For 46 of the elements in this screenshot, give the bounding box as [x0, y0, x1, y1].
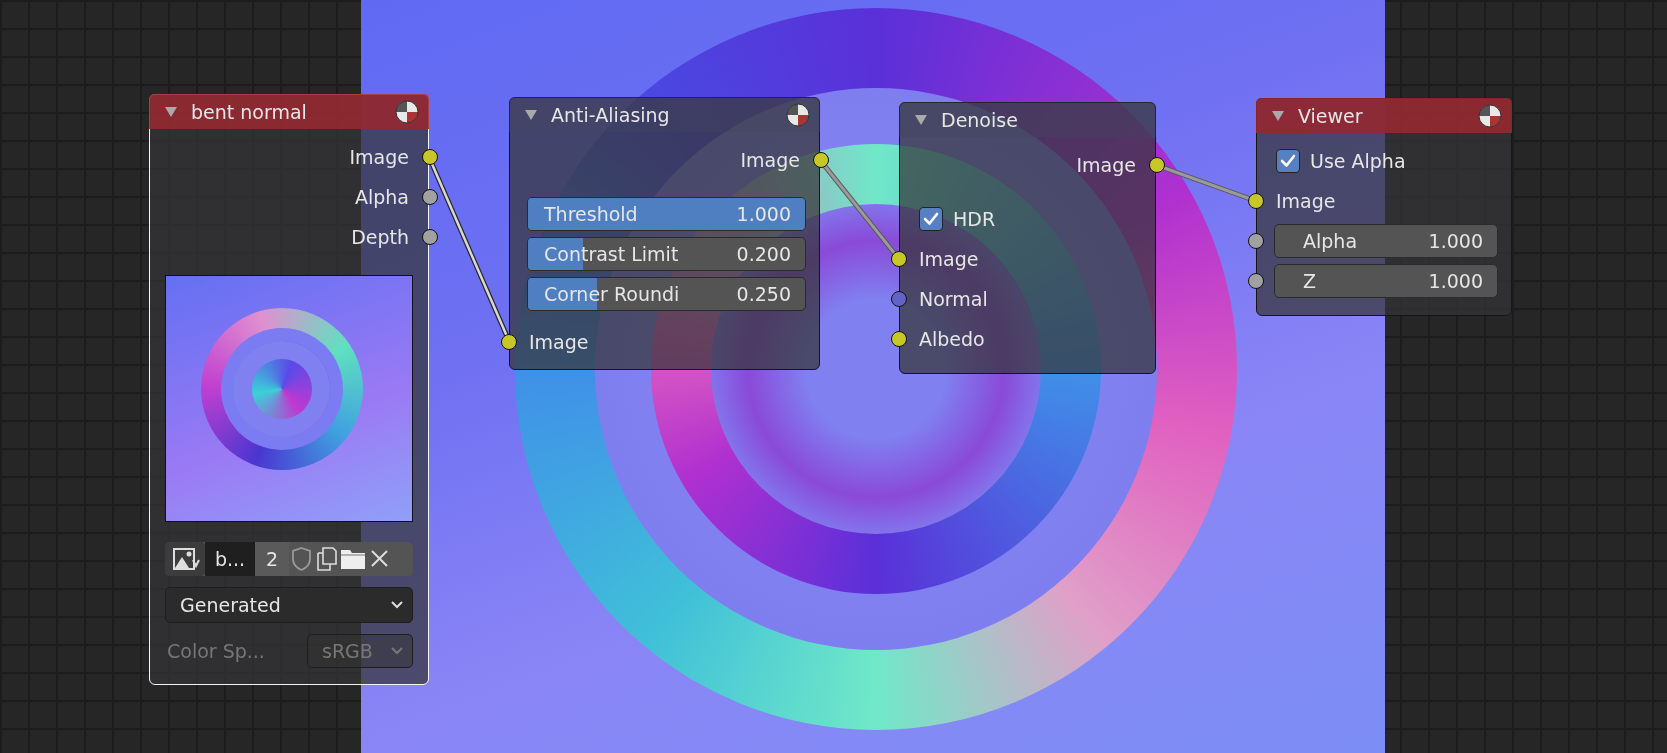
collapse-triangle-icon[interactable]	[915, 114, 927, 125]
slider-value: 0.250	[736, 283, 791, 305]
socket-label: Depth	[351, 226, 409, 248]
socket-label: Image	[1076, 154, 1136, 176]
checkbox-label: HDR	[953, 208, 996, 230]
number-field[interactable]: Z 1.000	[1274, 264, 1498, 298]
collapse-triangle-icon[interactable]	[165, 106, 177, 117]
slider-label: Threshold	[544, 203, 638, 225]
socket-label: Albedo	[919, 328, 985, 350]
field-label: Alpha	[1303, 230, 1358, 252]
field-value: 1.000	[1428, 230, 1483, 252]
node-title: Anti-Aliasing	[551, 103, 671, 126]
source-dropdown[interactable]: Generated	[165, 587, 413, 623]
socket-label: Image	[349, 146, 409, 168]
image-name-field[interactable]: b...	[205, 542, 255, 576]
socket-label: Image	[740, 149, 800, 171]
checkmark-icon	[1279, 152, 1297, 170]
number-field[interactable]: Alpha 1.000	[1274, 224, 1498, 258]
preview-toggle-icon[interactable]	[1478, 103, 1502, 128]
preview-toggle-icon[interactable]	[395, 99, 419, 124]
node-background[interactable]	[899, 102, 1156, 374]
slider-value: 0.200	[736, 243, 791, 265]
checkbox[interactable]	[919, 207, 943, 231]
slider-field[interactable]: Threshold 1.000	[527, 197, 806, 231]
collapse-triangle-icon[interactable]	[1272, 110, 1284, 121]
image-browse-icon[interactable]	[165, 542, 205, 576]
socket-label: Normal	[919, 288, 988, 310]
preview-toggle-icon[interactable]	[786, 102, 810, 127]
user-count[interactable]: 2	[255, 542, 289, 576]
collapse-triangle-icon[interactable]	[525, 109, 537, 120]
slider-value: 1.000	[736, 203, 791, 225]
checkbox[interactable]	[1276, 149, 1300, 173]
node-title: Viewer	[1298, 104, 1364, 127]
color-space-label: Color Sp...	[167, 640, 265, 662]
socket-label: Image	[529, 331, 589, 353]
checkmark-icon	[922, 210, 940, 228]
field-label: Z	[1303, 270, 1317, 292]
socket-label: Alpha	[354, 186, 409, 208]
socket-label: Image	[1276, 190, 1336, 212]
chevron-icon	[390, 646, 404, 656]
socket-label: Image	[919, 248, 979, 270]
node-title: Denoise	[941, 108, 1019, 131]
node-title: bent normal	[191, 100, 308, 123]
checkbox-label: Use Alpha	[1310, 150, 1406, 172]
field-value: 1.000	[1428, 270, 1483, 292]
chevron-icon	[390, 600, 404, 610]
